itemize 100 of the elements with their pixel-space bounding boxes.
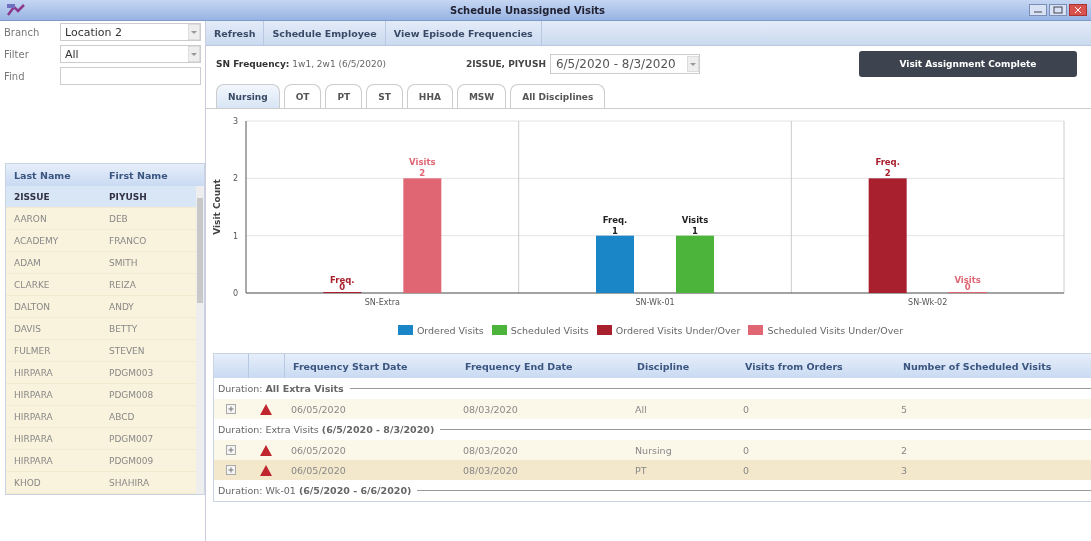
frequency-text: SN Frequency: 1w1, 2w1 (6/5/2020) (216, 59, 386, 69)
axis-category-label: SN-Wk-02 (908, 298, 948, 307)
data-label: 2 (884, 168, 891, 179)
patient-row[interactable]: ACADEMY FRANCO (6, 230, 196, 252)
legend-label: Ordered Visits (416, 324, 484, 336)
field-label: Branch (4, 26, 41, 38)
table-cell-text: STEVEN (108, 345, 146, 356)
expand-icon[interactable] (226, 465, 236, 475)
tab[interactable]: ST (366, 84, 403, 108)
patient-row[interactable]: HIRPARA PDGM008 (6, 384, 196, 406)
axis-tick-label: 3 (232, 117, 238, 126)
tab[interactable]: MSW (456, 84, 507, 108)
dropdown-arrow-icon[interactable] (188, 46, 200, 62)
table-cell-text: FRANCO (108, 235, 148, 246)
patient-row[interactable]: HIRPARA PDGM007 (6, 428, 196, 450)
table-cell-text: 3 (900, 464, 909, 476)
data-label: 1 (612, 225, 618, 236)
column-header[interactable]: Last Name (6, 169, 101, 181)
column-header[interactable]: Number of Scheduled Visits (895, 360, 1091, 372)
group-label: Duration: Wk-01 (6/5/2020 - 6/6/2020) (218, 485, 412, 496)
table-cell-text: 06/05/2020 (290, 403, 347, 415)
table-row[interactable]: 06/05/2020 08/03/2020 PT 0 3 (214, 460, 1091, 480)
tab[interactable]: HHA (406, 84, 453, 108)
table-cell-text: ANDY (108, 301, 135, 312)
dropdown-field[interactable]: Location 2 (60, 23, 201, 41)
patient-row[interactable]: HIRPARA ABCD (6, 406, 196, 428)
table-cell-text: ACADEMY (13, 235, 60, 246)
field-label: Filter (4, 48, 30, 60)
app-logo-icon (6, 3, 26, 17)
patient-row[interactable]: DALTON ANDY (6, 296, 196, 318)
patient-row[interactable]: HIRPARA PDGM003 (6, 362, 196, 384)
table-row[interactable]: 06/05/2020 08/03/2020 All 0 5 (214, 399, 1091, 419)
field-label: Find (4, 70, 26, 82)
legend-label: Scheduled Visits (510, 324, 589, 336)
bar (676, 235, 714, 293)
table-cell-text: AARON (13, 213, 48, 224)
tab[interactable]: Nursing (216, 84, 280, 108)
table-cell-text: DEB (108, 213, 129, 224)
window-title: Schedule Unassigned Visits (448, 4, 607, 16)
annotation: Freq. (875, 157, 900, 168)
patient-row[interactable]: FULMER STEVEN (6, 340, 196, 362)
patient-row[interactable]: AARON DEB (6, 208, 196, 230)
table-cell-text: 2 (900, 444, 909, 456)
minimize-icon[interactable] (1029, 4, 1047, 16)
table-cell-text: 0 (742, 464, 751, 476)
expand-icon[interactable] (226, 404, 236, 414)
table-cell-text: FULMER (13, 345, 52, 356)
table-cell-text: 08/03/2020 (462, 464, 519, 476)
column-header[interactable]: Frequency End Date (457, 360, 629, 372)
toolbar-button[interactable]: Schedule Employee (264, 21, 386, 45)
dropdown-arrow-icon[interactable] (686, 56, 699, 72)
complete-button[interactable]: Visit Assignment Complete (859, 51, 1077, 77)
toolbar-button[interactable]: Refresh (206, 21, 265, 45)
table-cell-text: 0 (742, 444, 751, 456)
dropdown-field[interactable]: All (60, 45, 201, 63)
table-cell-text: 5 (900, 403, 909, 415)
expand-icon[interactable] (226, 445, 236, 455)
annotation: Freq. (602, 214, 628, 225)
patient-row[interactable]: DAVIS BETTY (6, 318, 196, 340)
close-icon[interactable] (1069, 4, 1087, 16)
column-header[interactable]: Frequency Start Date (285, 360, 457, 372)
column-header[interactable]: First Name (101, 169, 196, 181)
table-cell-text: 06/05/2020 (290, 444, 347, 456)
patient-row[interactable]: KHOD SHAHIRA (6, 472, 196, 494)
patient-row[interactable]: HIRPARA PDGM009 (6, 450, 196, 472)
axis-tick-label: 0 (232, 289, 238, 298)
table-cell-text: SMITH (108, 257, 139, 268)
table-cell-text: HIRPARA (13, 367, 54, 378)
toolbar-button[interactable]: View Episode Frequencies (385, 21, 542, 45)
table-cell-text: SHAHIRA (108, 477, 151, 488)
table-cell-text: PIYUSH (108, 191, 148, 202)
patient-name: 2ISSUE, PIYUSH (465, 59, 546, 69)
group-label: Duration: All Extra Visits (218, 383, 344, 394)
scrollbar[interactable] (196, 186, 204, 494)
input-field[interactable] (60, 67, 201, 85)
column-header[interactable]: Discipline (629, 360, 737, 372)
data-label: 2 (419, 168, 426, 179)
table-cell-text: All (634, 403, 648, 415)
table-cell-text: HIRPARA (13, 411, 54, 422)
column-header[interactable]: Visits from Orders (737, 360, 895, 372)
table-cell-text: HIRPARA (13, 455, 54, 466)
axis-category-label: SN-Extra (364, 298, 400, 307)
episode-dropdown[interactable]: 6/5/2020 - 8/3/2020 (549, 54, 700, 74)
table-cell-text: KHOD (13, 477, 42, 488)
table-cell-text: REIZA (108, 279, 137, 290)
table-cell-text: BETTY (108, 323, 139, 334)
tab[interactable]: PT (325, 84, 363, 108)
table-row[interactable]: 06/05/2020 08/03/2020 Nursing 0 2 (214, 440, 1091, 460)
patient-row[interactable]: CLARKE REIZA (6, 274, 196, 296)
patient-row[interactable]: ADAM SMITH (6, 252, 196, 274)
patient-row[interactable]: 2ISSUE PIYUSH (6, 186, 196, 208)
data-label: 0 (339, 282, 346, 292)
table-cell-text: 08/03/2020 (462, 444, 519, 456)
table-cell-text: 0 (742, 403, 751, 415)
tab[interactable]: All Disciplines (510, 84, 606, 108)
table-cell-text: HIRPARA (13, 389, 54, 400)
table-cell-text: PDGM008 (108, 389, 155, 400)
axis-category-label: SN-Wk-01 (635, 298, 675, 307)
dropdown-arrow-icon[interactable] (188, 24, 200, 40)
tab[interactable]: OT (283, 84, 322, 108)
